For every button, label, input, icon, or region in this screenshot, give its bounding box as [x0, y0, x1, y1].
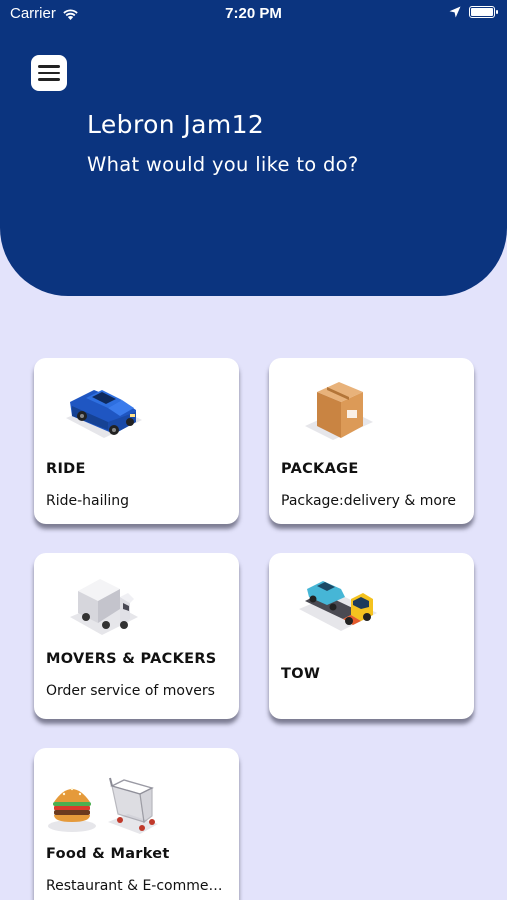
location-arrow-icon	[449, 6, 461, 18]
service-card-package[interactable]: PACKAGE Package:delivery & more	[269, 358, 474, 524]
service-title: TOW	[281, 666, 321, 682]
moving-truck-icon	[70, 579, 138, 635]
tow-truck-icon	[299, 581, 377, 631]
service-card-food-market[interactable]: Food & Market Restaurant & E-comme…	[34, 748, 239, 900]
blue-car-icon	[66, 390, 142, 438]
prompt-text: What would you like to do?	[87, 153, 359, 176]
cardboard-box-icon	[305, 382, 373, 440]
service-subtitle: Order service of movers	[46, 683, 215, 699]
service-subtitle: Ride-hailing	[46, 493, 130, 509]
service-title: Food & Market	[46, 846, 170, 862]
menu-button[interactable]	[31, 55, 67, 91]
service-subtitle: Restaurant & E-comme…	[46, 878, 223, 894]
user-name: Lebron Jam12	[87, 110, 265, 139]
status-right-group	[449, 6, 498, 18]
service-title: MOVERS & PACKERS	[46, 651, 217, 667]
burger-and-cart-icon	[48, 777, 158, 834]
home-screen: Carrier 7:20 PM Lebron Jam12 What would …	[0, 0, 507, 900]
status-time: 7:20 PM	[225, 5, 282, 22]
header-panel: Carrier 7:20 PM Lebron Jam12 What would …	[0, 0, 507, 296]
hamburger-icon-line	[38, 78, 60, 81]
service-title: RIDE	[46, 461, 86, 477]
service-subtitle: Package:delivery & more	[281, 493, 457, 509]
battery-icon	[469, 6, 498, 18]
status-bar: Carrier 7:20 PM	[0, 0, 507, 28]
service-card-ride[interactable]: RIDE Ride-hailing	[34, 358, 239, 524]
hamburger-icon-line	[38, 65, 60, 68]
service-card-tow[interactable]: TOW	[269, 553, 474, 719]
hamburger-icon-line	[38, 71, 60, 75]
service-title: PACKAGE	[281, 461, 359, 477]
service-card-movers-packers[interactable]: MOVERS & PACKERS Order service of movers	[34, 553, 239, 719]
